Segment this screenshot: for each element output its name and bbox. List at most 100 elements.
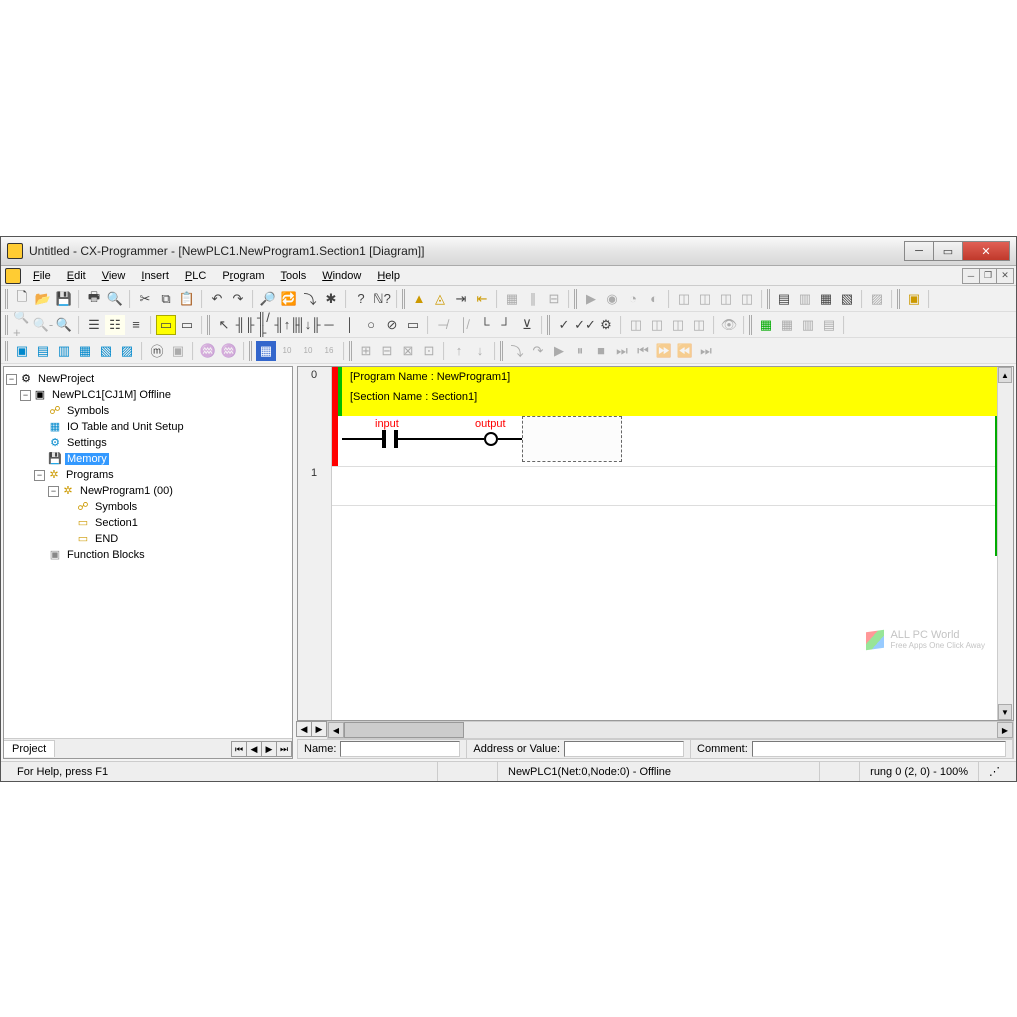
comment-list-icon[interactable]: ♒: [219, 341, 239, 361]
radix16-icon[interactable]: 16: [319, 341, 339, 361]
network3-icon[interactable]: ▥: [798, 315, 818, 335]
zoom-in-icon[interactable]: 🔍+: [12, 315, 32, 335]
contact-nc-icon[interactable]: ╢/╟: [256, 315, 276, 335]
find-next-icon[interactable]: ⤵: [300, 289, 320, 309]
tree-function-blocks[interactable]: ▣ Function Blocks: [6, 547, 290, 563]
corner2-icon[interactable]: ┘: [496, 315, 516, 335]
view-cross-icon[interactable]: ▧: [96, 341, 116, 361]
view-mnemonic-icon[interactable]: ⓜ: [147, 341, 167, 361]
menu-edit[interactable]: Edit: [59, 266, 94, 285]
window-tile-icon[interactable]: ▤: [774, 289, 794, 309]
skip-icon[interactable]: ⏭: [696, 341, 716, 361]
coil-not-icon[interactable]: ⊘: [382, 315, 402, 335]
view-local-icon[interactable]: ▨: [117, 341, 137, 361]
comment-view-icon[interactable]: ♒: [198, 341, 218, 361]
run-icon[interactable]: ▶: [549, 341, 569, 361]
invert-icon[interactable]: ⊻: [517, 315, 537, 335]
no-contact-left[interactable]: [382, 430, 386, 448]
find-icon[interactable]: 🔎: [258, 289, 278, 309]
fast-fwd-icon[interactable]: ⏩: [654, 341, 674, 361]
status-grip[interactable]: ⋰: [978, 762, 1010, 781]
line-h-icon[interactable]: ─: [319, 315, 339, 335]
radix10-icon[interactable]: 10: [277, 341, 297, 361]
contact-no-icon[interactable]: ╢╟: [235, 315, 255, 335]
data-trace-icon[interactable]: ▦: [256, 341, 276, 361]
view-output-icon[interactable]: ▤: [33, 341, 53, 361]
window-cascade-icon[interactable]: ▥: [795, 289, 815, 309]
tool2-icon[interactable]: ◫: [695, 289, 715, 309]
menu-plc[interactable]: PLC: [177, 266, 214, 285]
tool4-icon[interactable]: ◫: [737, 289, 757, 309]
zoom-out-icon[interactable]: 🔍-: [33, 315, 53, 335]
view-project-icon[interactable]: ▣: [12, 341, 32, 361]
pause-icon[interactable]: ⏸: [570, 341, 590, 361]
debug-mode-icon[interactable]: ◔: [623, 289, 643, 309]
mdi-close-button[interactable]: ✕: [996, 268, 1014, 284]
tree-memory[interactable]: 💾 Memory: [6, 451, 290, 467]
toolbar-grip[interactable]: [574, 289, 578, 309]
coil-icon[interactable]: ○: [361, 315, 381, 335]
tree-nav-first-icon[interactable]: ⏮: [231, 741, 247, 757]
selection-box[interactable]: [522, 416, 622, 462]
watch-icon[interactable]: 👁: [719, 315, 739, 335]
toolbar-grip[interactable]: [767, 289, 771, 309]
rung-0-ladder[interactable]: input output: [342, 416, 997, 466]
corner-icon[interactable]: └: [475, 315, 495, 335]
expand-icon[interactable]: −: [48, 486, 59, 497]
tree-nav-last-icon[interactable]: ⏭: [276, 741, 292, 757]
tool1-icon[interactable]: ◫: [674, 289, 694, 309]
expand-icon[interactable]: −: [34, 470, 45, 481]
window-icon[interactable]: ▦: [816, 289, 836, 309]
tree-program-symbols[interactable]: ☍ Symbols: [6, 499, 290, 515]
copy-icon[interactable]: ⧉: [156, 289, 176, 309]
expand-icon[interactable]: −: [20, 390, 31, 401]
show-comments-icon[interactable]: ▭: [177, 315, 197, 335]
maximize-button[interactable]: ▭: [933, 241, 963, 261]
close-button[interactable]: ✕: [962, 241, 1010, 261]
online-edit-icon[interactable]: ◫: [626, 315, 646, 335]
network4-icon[interactable]: ▤: [819, 315, 839, 335]
tree-programs[interactable]: − ✲ Programs: [6, 467, 290, 483]
del-v-icon[interactable]: │̸: [454, 315, 474, 335]
menu-file[interactable]: File: [25, 266, 59, 285]
paste-icon[interactable]: 📋: [177, 289, 197, 309]
contact-or-icon[interactable]: ╢↑╟: [277, 315, 297, 335]
tool3-icon[interactable]: ◫: [716, 289, 736, 309]
replace-icon[interactable]: 🔁: [279, 289, 299, 309]
tree-nav-prev-icon[interactable]: ◀: [246, 741, 262, 757]
menu-help[interactable]: Help: [369, 266, 408, 285]
horizontal-scrollbar[interactable]: ◀ ▶: [327, 721, 1014, 739]
select-tool-icon[interactable]: ↖: [214, 315, 234, 335]
menu-window[interactable]: Window: [314, 266, 369, 285]
force-on-icon[interactable]: ⊞: [356, 341, 376, 361]
compile-all-icon[interactable]: ✓✓: [575, 315, 595, 335]
view-comments-icon[interactable]: ☷: [105, 315, 125, 335]
mdi-minimize-button[interactable]: ─: [962, 268, 980, 284]
tab-nav-next-icon[interactable]: ▶: [311, 721, 327, 737]
toolbar-grip[interactable]: [547, 315, 551, 335]
project-tab[interactable]: Project: [4, 740, 55, 757]
view-diagram-icon[interactable]: ▣: [168, 341, 188, 361]
titlebar[interactable]: Untitled - CX-Programmer - [NewPLC1.NewP…: [1, 237, 1016, 266]
view-address-icon[interactable]: ▦: [75, 341, 95, 361]
auto-online-icon[interactable]: ◬: [430, 289, 450, 309]
rung-number-1[interactable]: 1: [298, 467, 330, 479]
scroll-down-icon[interactable]: ▼: [998, 704, 1012, 720]
run-mode-icon[interactable]: ▶: [581, 289, 601, 309]
go-online-icon[interactable]: ◫: [689, 315, 709, 335]
menu-program[interactable]: Program: [214, 266, 272, 285]
toolbar-grip[interactable]: [402, 289, 406, 309]
toolbar-grip[interactable]: [349, 341, 353, 361]
context-help-icon[interactable]: ℕ?: [372, 289, 392, 309]
menu-tools[interactable]: Tools: [273, 266, 315, 285]
transfer-from-plc-icon[interactable]: ⇤: [472, 289, 492, 309]
zoom-fit-icon[interactable]: 🔍: [54, 315, 74, 335]
monitor-icon[interactable]: ▦: [502, 289, 522, 309]
expand-icon[interactable]: −: [6, 374, 17, 385]
compile-icon[interactable]: ✓: [554, 315, 574, 335]
window2-icon[interactable]: ▧: [837, 289, 857, 309]
ladder-diagram[interactable]: 0 1 [Program Name : NewProgram1] [Sectio…: [297, 366, 1014, 721]
tree-plc[interactable]: − ▣ NewPLC1[CJ1M] Offline: [6, 387, 290, 403]
toolbar-grip[interactable]: [5, 289, 9, 309]
vertical-scrollbar[interactable]: ▲ ▼: [997, 367, 1013, 720]
